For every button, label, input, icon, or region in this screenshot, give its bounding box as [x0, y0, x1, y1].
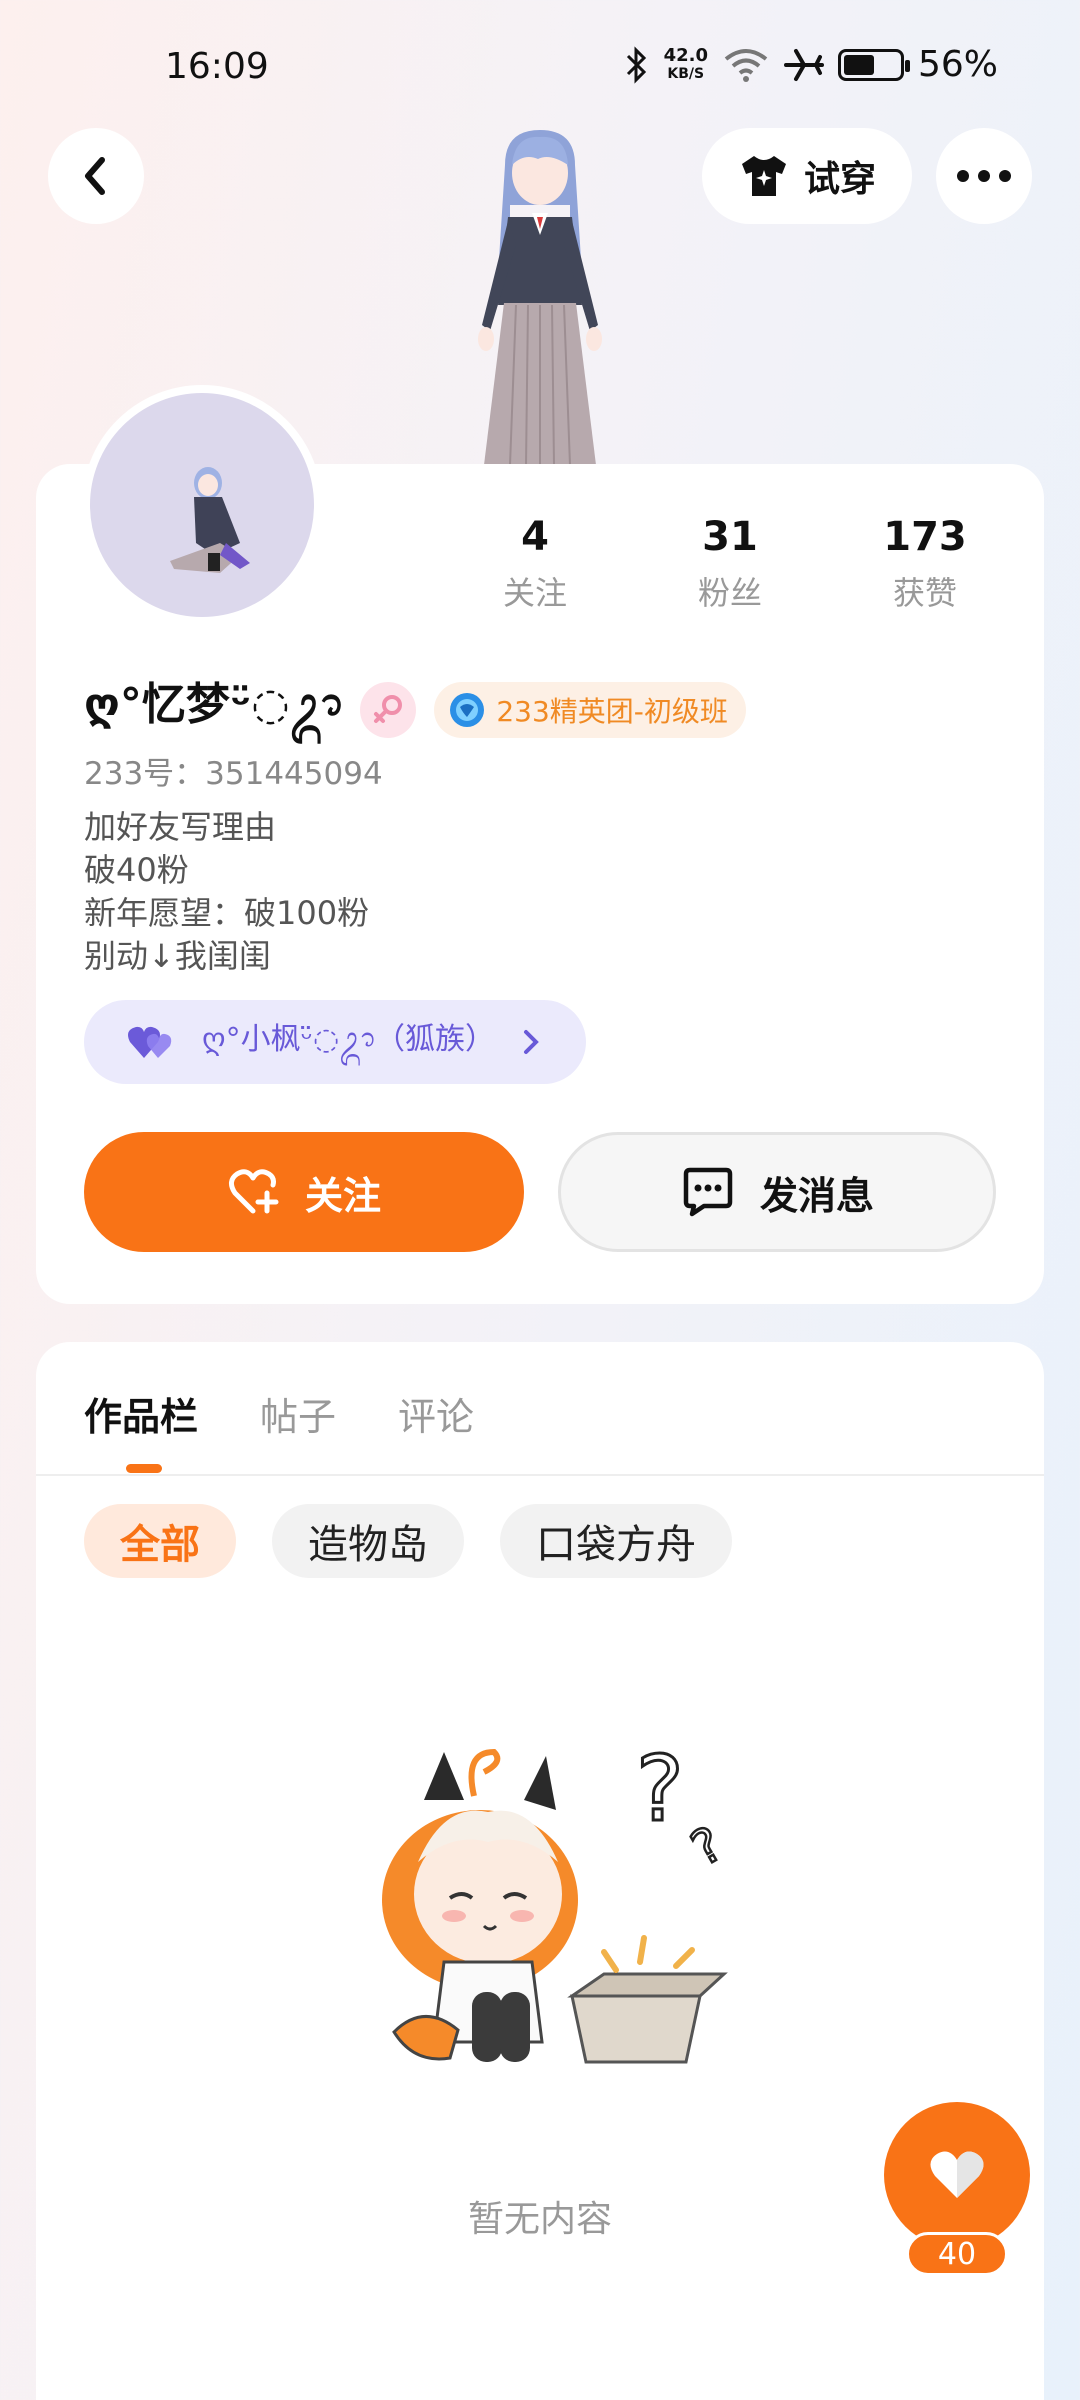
profile-stats: 4 关注 31 粉丝 173 获赞: [460, 514, 1000, 614]
like-fab-button[interactable]: [884, 2102, 1030, 2248]
wifi-icon: [724, 48, 768, 82]
empty-state-illustration: ? ?: [382, 1736, 733, 2064]
chat-bubble-icon: [683, 1167, 733, 1217]
try-on-button[interactable]: 试穿: [702, 128, 912, 224]
tab-comments[interactable]: 评论: [398, 1386, 474, 1441]
globe-badge-icon: [450, 692, 485, 727]
bio: 加好友写理由 破40粉 新年愿望：破100粉 别动↓我闺闺: [84, 806, 369, 978]
message-button[interactable]: 发消息: [558, 1132, 996, 1252]
bio-line: 加好友写理由: [84, 808, 277, 846]
status-time: 16:09: [165, 46, 269, 87]
svg-text:?: ?: [682, 1816, 732, 1877]
network-speed-value: 42.0: [663, 44, 708, 66]
battery-percent: 56%: [917, 44, 998, 85]
category-filters: 全部 造物岛 口袋方舟: [84, 1504, 732, 1578]
message-label: 发消息: [759, 1173, 874, 1218]
filter-chip-creation-island[interactable]: 造物岛: [272, 1504, 464, 1578]
network-speed-unit: KB/S: [667, 65, 705, 82]
battery-icon: [837, 48, 910, 81]
name-row: ღ°忆梦ᵕ̈◌ᬊ 233精英团-初级班: [84, 668, 746, 751]
double-heart-icon: [128, 1026, 172, 1058]
active-tab-indicator: [126, 1464, 162, 1473]
avatar-character-image: [170, 467, 250, 573]
gender-badge: [360, 681, 417, 738]
elite-badge-label: 233精英团-初级班: [496, 694, 728, 728]
filter-chip-all[interactable]: 全部: [84, 1504, 236, 1578]
stat-likes-label: 获赞: [892, 574, 957, 612]
stat-followers[interactable]: 31 粉丝: [655, 514, 805, 614]
bio-line: 别动↓我闺闺: [84, 937, 271, 975]
chevron-right-icon: [524, 1030, 539, 1054]
like-count-badge: 40: [906, 2232, 1008, 2276]
stat-following[interactable]: 4 关注: [460, 514, 610, 614]
more-button[interactable]: [936, 128, 1032, 224]
avatar[interactable]: [82, 385, 322, 625]
network-speed: 42.0 KB/S: [663, 44, 708, 83]
stat-following-label: 关注: [502, 574, 567, 612]
tabs-divider: [36, 1474, 1044, 1476]
bluetooth-icon: [626, 45, 646, 84]
family-chip-label: ღ°小枫ᵕ̈◌ᬊ（狐族）: [202, 1021, 496, 1057]
stat-followers-value: 31: [702, 514, 758, 560]
heart-plus-icon: [228, 1169, 279, 1214]
family-chip[interactable]: ღ°小枫ᵕ̈◌ᬊ（狐族）: [84, 1000, 586, 1084]
tab-works[interactable]: 作品栏: [84, 1386, 198, 1441]
stat-likes[interactable]: 173 获赞: [850, 514, 1000, 614]
nickname: ღ°忆梦ᵕ̈◌ᬊ: [84, 679, 343, 730]
stat-likes-value: 173: [883, 514, 967, 560]
filter-chip-pocket-ark[interactable]: 口袋方舟: [500, 1504, 732, 1578]
heart-icon: [930, 2151, 984, 2198]
stat-followers-label: 粉丝: [697, 574, 762, 612]
user-id: 233号：351445094: [84, 756, 383, 792]
follow-label: 关注: [304, 1173, 381, 1218]
elite-group-badge[interactable]: 233精英团-初级班: [434, 681, 746, 738]
tshirt-icon: [741, 156, 786, 196]
chevron-left-icon: [85, 157, 105, 195]
avatar-character-figure: [478, 130, 602, 465]
status-icons: 42.0 KB/S 56%: [624, 44, 998, 85]
more-dots-icon: [957, 170, 1011, 182]
back-button[interactable]: [48, 128, 144, 224]
works-card: 作品栏 帖子 评论 全部 造物岛 口袋方舟 ? ? 暂无内容: [36, 1342, 1044, 2400]
female-icon: [374, 694, 403, 723]
status-bar: 16:09 42.0 KB/S 56%: [0, 0, 1080, 140]
bio-line: 破40粉: [84, 851, 189, 889]
try-on-label: 试穿: [803, 159, 876, 200]
tab-posts[interactable]: 帖子: [260, 1386, 336, 1441]
stat-following-value: 4: [521, 514, 549, 560]
airplane-mode-icon: [783, 48, 824, 81]
bio-line: 新年愿望：破100粉: [84, 894, 370, 932]
follow-button[interactable]: 关注: [84, 1132, 524, 1252]
works-tabs: 作品栏 帖子 评论: [84, 1386, 474, 1441]
svg-text:?: ?: [636, 1737, 684, 1842]
